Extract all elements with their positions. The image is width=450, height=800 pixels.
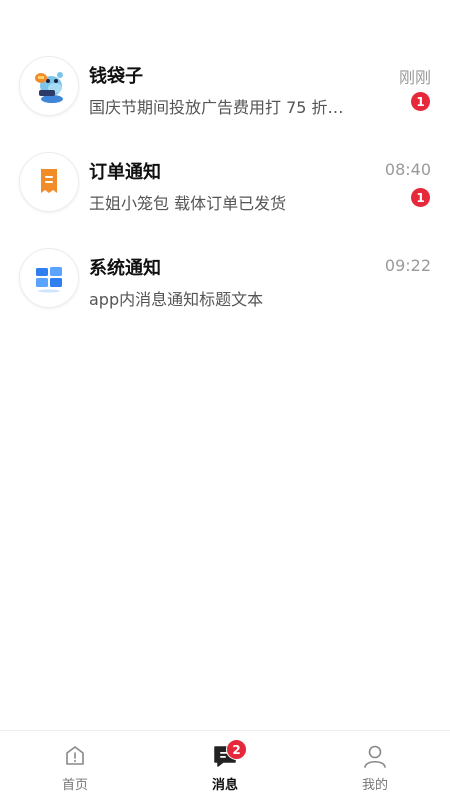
- tab-home[interactable]: 首页: [0, 731, 150, 800]
- tab-badge: 2: [226, 739, 247, 760]
- message-title: 订单通知: [89, 162, 161, 183]
- tab-messages[interactable]: 2 消息: [150, 731, 300, 800]
- message-icon: 2: [212, 739, 247, 769]
- mascot-hippo-icon: [35, 72, 63, 103]
- message-title: 系统通知: [89, 258, 161, 279]
- tab-label: 消息: [211, 778, 238, 793]
- avatar: [19, 248, 79, 308]
- message-item-system[interactable]: 系统通知 09:22 app内消息通知标题文本: [0, 244, 450, 340]
- message-preview: 王姐小笼包 载体订单已发货: [89, 194, 287, 213]
- tab-label: 我的: [361, 778, 388, 793]
- message-time: 刚刚: [398, 68, 431, 87]
- avatar: [19, 152, 79, 212]
- profile-icon: [362, 743, 388, 769]
- bottom-tab-bar: 首页 2 消息 我的: [0, 730, 450, 800]
- message-item-order[interactable]: 订单通知 08:40 王姐小笼包 载体订单已发货 1: [0, 148, 450, 244]
- message-preview: 国庆节期间投放广告费用打 75 折…: [89, 98, 344, 117]
- message-time: 09:22: [384, 256, 431, 275]
- receipt-icon: [41, 169, 57, 193]
- tab-profile[interactable]: 我的: [300, 731, 450, 800]
- unread-badge: 1: [411, 92, 430, 111]
- avatar: [19, 56, 79, 116]
- message-list: 钱袋子 刚刚 国庆节期间投放广告费用打 75 折… 1 订单通知 08:40 王…: [0, 52, 450, 340]
- unread-badge: 1: [411, 188, 430, 207]
- home-icon: [62, 743, 88, 769]
- message-time: 08:40: [384, 160, 431, 179]
- message-item-wallet[interactable]: 钱袋子 刚刚 国庆节期间投放广告费用打 75 折… 1: [0, 52, 450, 148]
- tab-label: 首页: [61, 778, 88, 793]
- windows-grid-icon: [36, 267, 62, 293]
- message-title: 钱袋子: [89, 66, 143, 87]
- message-preview: app内消息通知标题文本: [89, 290, 264, 309]
